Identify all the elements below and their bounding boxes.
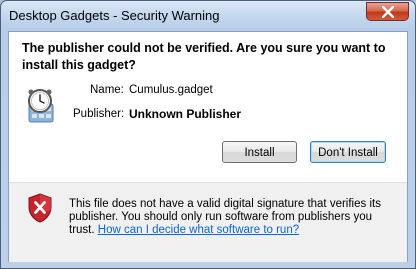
warning-panel: This file does not have a valid digital …: [9, 182, 407, 262]
dialog-body: The publisher could not be verified. Are…: [8, 31, 408, 262]
title-bar[interactable]: Desktop Gadgets - Security Warning: [1, 1, 415, 31]
gadget-clock-icon: [28, 89, 54, 123]
warning-message: This file does not have a valid digital …: [69, 198, 399, 237]
gadget-name-value: Cumulus.gadget: [129, 84, 213, 96]
security-warning-dialog: Desktop Gadgets - Security Warning The p…: [0, 0, 416, 269]
name-label: Name:: [90, 84, 124, 96]
window-title: Desktop Gadgets - Security Warning: [9, 8, 220, 23]
install-button[interactable]: Install: [222, 141, 297, 163]
publisher-label: Publisher:: [73, 108, 125, 120]
help-link[interactable]: How can I decide what software to run?: [98, 224, 299, 236]
security-shield-error-icon: [28, 193, 52, 223]
dialog-main-panel: The publisher could not be verified. Are…: [9, 32, 407, 182]
close-button[interactable]: [366, 2, 409, 21]
publisher-value: Unknown Publisher: [129, 107, 242, 121]
dialog-heading: The publisher could not be verified. Are…: [22, 41, 386, 72]
close-icon: [381, 6, 395, 18]
dont-install-button[interactable]: Don't Install: [310, 141, 386, 163]
